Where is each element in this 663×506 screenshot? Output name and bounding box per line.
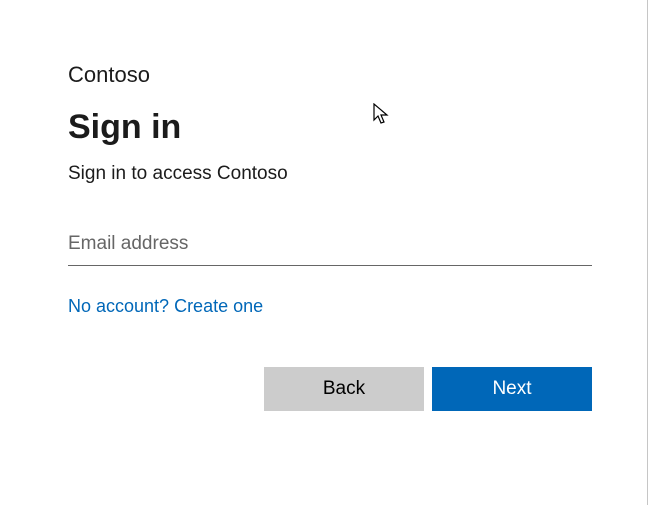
page-title: Sign in xyxy=(68,108,525,147)
page-subtitle: Sign in to access Contoso xyxy=(68,163,525,185)
create-account-link[interactable]: No account? Create one xyxy=(68,296,263,317)
next-button[interactable]: Next xyxy=(432,367,592,411)
email-field[interactable] xyxy=(68,229,592,266)
right-divider xyxy=(647,0,648,505)
button-row: Back Next xyxy=(68,367,592,411)
back-button[interactable]: Back xyxy=(264,367,424,411)
signin-panel: Contoso Sign in Sign in to access Contos… xyxy=(0,0,593,411)
brand-name: Contoso xyxy=(68,62,525,88)
